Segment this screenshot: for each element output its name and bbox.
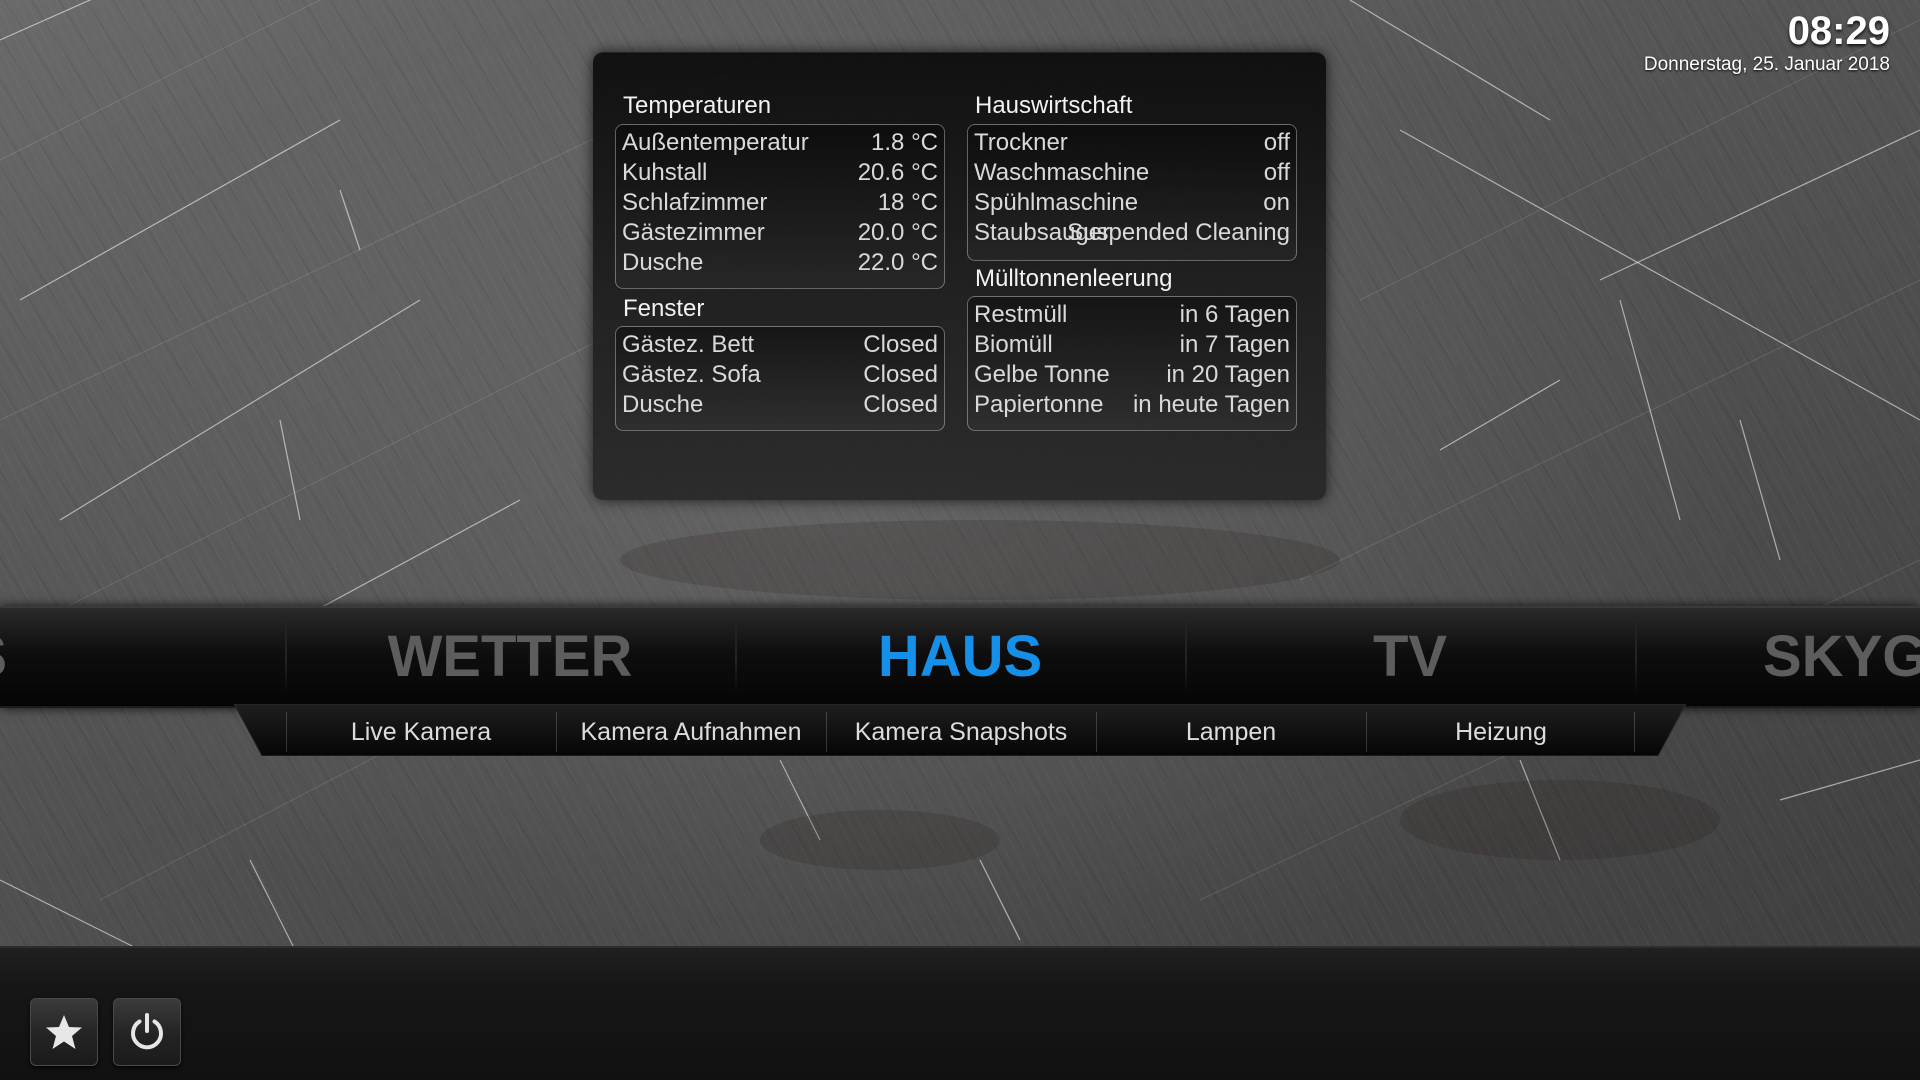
power-button[interactable] [113, 998, 181, 1066]
submenu-item-kamera-aufnahmen[interactable]: Kamera Aufnahmen [556, 704, 826, 756]
temperature-value: 20.6 °C [857, 159, 938, 186]
appliance-row: Staubsauger Suspended Cleaning [974, 218, 1290, 248]
appliance-status: Suspended Cleaning [1067, 219, 1290, 246]
star-icon [46, 1015, 82, 1049]
temperature-label: Schlafzimmer [622, 189, 768, 216]
trash-value: in 6 Tagen [1179, 301, 1290, 328]
bottom-bar [0, 946, 1920, 1080]
main-menu-bar: NEWS WETTER HAUS TV SKYGO [0, 606, 1920, 708]
temperature-value: 18 °C [877, 189, 938, 216]
section-title-household: Hauswirtschaft [975, 92, 1133, 119]
favourites-button[interactable] [30, 998, 98, 1066]
appliance-row: Waschmaschine off [974, 158, 1290, 188]
window-label: Dusche [622, 391, 704, 418]
menu-item-haus[interactable]: HAUS [735, 608, 1185, 706]
temperature-row: Schlafzimmer 18 °C [622, 188, 938, 218]
appliance-label: Waschmaschine [974, 159, 1150, 186]
trash-row: Biomüll in 7 Tagen [974, 330, 1290, 360]
temperature-label: Kuhstall [622, 159, 708, 186]
window-status: Closed [863, 391, 938, 418]
appliance-row: Trockner off [974, 128, 1290, 158]
appliance-status: off [1263, 129, 1290, 156]
trash-label: Restmüll [974, 301, 1068, 328]
temperature-value: 20.0 °C [857, 219, 938, 246]
temperature-row: Dusche 22.0 °C [622, 248, 938, 278]
temperature-value: 1.8 °C [871, 129, 938, 156]
appliance-label: Trockner [974, 129, 1068, 156]
window-status: Closed [863, 331, 938, 358]
submenu-item-kamera-snapshots[interactable]: Kamera Snapshots [826, 704, 1096, 756]
window-label: Gästez. Bett [622, 331, 755, 358]
trash-value: in 20 Tagen [1166, 361, 1290, 388]
trash-value: in 7 Tagen [1179, 331, 1290, 358]
temperature-row: Kuhstall 20.6 °C [622, 158, 938, 188]
submenu-item-lampen[interactable]: Lampen [1096, 704, 1366, 756]
menu-item-news[interactable]: NEWS [0, 608, 145, 706]
trash-value: in heute Tagen [1132, 391, 1290, 418]
menu-item-skygo[interactable]: SKYGO [1635, 608, 1920, 706]
temperature-label: Gästezimmer [622, 219, 765, 246]
appliance-status: off [1263, 159, 1290, 186]
temperature-value: 22.0 °C [857, 249, 938, 276]
section-title-temperatures: Temperaturen [623, 92, 772, 119]
home-info-panel: Temperaturen Außentemperatur 1.8 °C Kuhst… [593, 52, 1326, 500]
temperature-label: Außentemperatur [622, 129, 809, 156]
temperatures-box: Außentemperatur 1.8 °C Kuhstall 20.6 °C Sc… [615, 124, 945, 289]
trash-label: Papiertonne [974, 391, 1104, 418]
appliance-label: Spühlmaschine [974, 189, 1139, 216]
home-screen: 08:29 Donnerstag, 25. Januar 2018 Temper… [0, 0, 1920, 1080]
trash-row: Gelbe Tonne in 20 Tagen [974, 360, 1290, 390]
menu-item-wetter[interactable]: WETTER [285, 608, 735, 706]
menu-item-tv[interactable]: TV [1185, 608, 1635, 706]
power-icon [131, 1013, 163, 1050]
appliance-status: on [1263, 189, 1290, 216]
household-box: Trockner off Waschmaschine off Spühlmaschi… [967, 124, 1297, 261]
section-title-windows: Fenster [623, 295, 705, 322]
trash-box: Restmüll in 6 Tagen Biomüll in 7 Tagen Gel… [967, 296, 1297, 431]
trash-label: Gelbe Tonne [974, 361, 1110, 388]
submenu-item-heizung[interactable]: Heizung [1366, 704, 1636, 756]
appliance-row: Spühlmaschine on [974, 188, 1290, 218]
temperature-label: Dusche [622, 249, 704, 276]
window-row: Dusche Closed [622, 390, 938, 420]
submenu-item-live-kamera[interactable]: Live Kamera [286, 704, 556, 756]
trash-label: Biomüll [974, 331, 1053, 358]
clock-time: 08:29 [1787, 9, 1890, 53]
section-title-trash: Mülltonnenleerung [975, 265, 1173, 292]
window-status: Closed [863, 361, 938, 388]
temperature-row: Gästezimmer 20.0 °C [622, 218, 938, 248]
clock-date: Donnerstag, 25. Januar 2018 [1643, 54, 1890, 75]
window-row: Gästez. Sofa Closed [622, 360, 938, 390]
window-label: Gästez. Sofa [622, 361, 761, 388]
submenu-bar: Live Kamera Kamera Aufnahmen Kamera Snap… [234, 704, 1686, 756]
windows-box: Gästez. Bett Closed Gästez. Sofa Closed Du… [615, 326, 945, 431]
submenu-divider [1634, 712, 1635, 752]
trash-row: Papiertonne in heute Tagen [974, 390, 1290, 420]
temperature-row: Außentemperatur 1.8 °C [622, 128, 938, 158]
window-row: Gästez. Bett Closed [622, 330, 938, 360]
trash-row: Restmüll in 6 Tagen [974, 300, 1290, 330]
